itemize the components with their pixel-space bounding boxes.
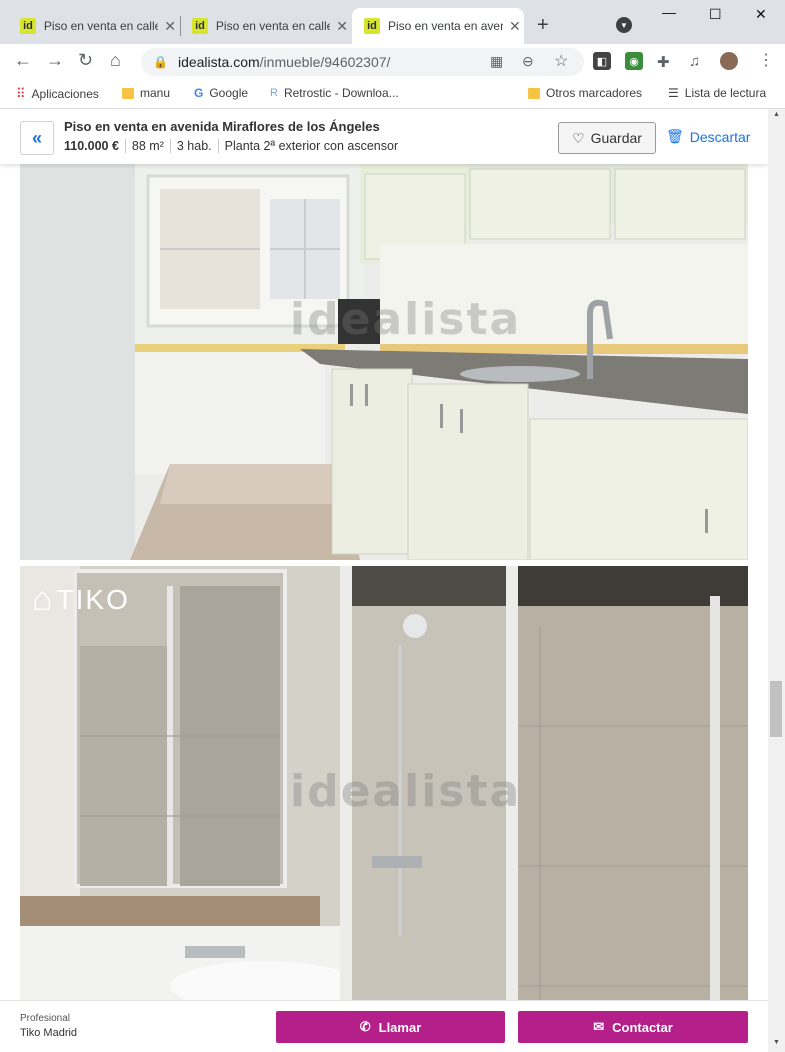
phone-icon: ✆ [359, 1019, 371, 1034]
tiko-logo-text: TIKO [56, 583, 130, 615]
listing-rooms: 3 hab. [169, 139, 218, 153]
reload-icon[interactable]: ↻ [78, 50, 93, 71]
listing-title: Piso en venta en avenida Miraflores de l… [64, 119, 380, 134]
minimize-icon[interactable]: — [662, 4, 676, 20]
bookmark-label: Aplicaciones [31, 87, 99, 101]
extensions-puzzle-icon[interactable]: ✚ [657, 53, 670, 71]
forward-arrow-icon[interactable]: → [46, 50, 64, 71]
extension-2-icon[interactable]: ◉ [625, 52, 643, 70]
heart-icon: ♡ [572, 129, 585, 146]
tab-strip: id Piso en venta en calle ✕ id Piso en v… [0, 0, 785, 44]
bookmark-label: Lista de lectura [684, 86, 767, 100]
tab-title: Piso en venta en calle [215, 19, 331, 33]
google-icon: G [194, 86, 204, 100]
idealista-favicon-icon: id [20, 18, 36, 34]
extension-1-icon[interactable]: ◧ [593, 52, 611, 70]
photo-watermark: idealista [290, 294, 522, 345]
scroll-down-icon[interactable]: ▼ [773, 1039, 780, 1046]
save-label: Guardar [590, 130, 642, 146]
new-tab-icon[interactable]: + [537, 14, 549, 37]
zoom-icon[interactable]: ⊖ [522, 53, 534, 70]
trash-icon: 🗑 [666, 128, 684, 144]
retrostic-icon: R [270, 87, 278, 99]
browser-tab-1[interactable]: id Piso en venta en calle ✕ [8, 8, 176, 44]
home-shape-icon: ⌂ [32, 580, 53, 618]
kitchen-illustration [20, 164, 748, 560]
contact-button[interactable]: ✉ Contactar [518, 1011, 748, 1043]
folder-icon [122, 87, 134, 99]
tab-title: Piso en venta en calle [43, 19, 159, 33]
bookmark-star-icon[interactable]: ☆ [554, 51, 568, 71]
tab-title: Piso en venta en avenida [388, 19, 503, 33]
page-content: « Piso en venta en avenida Miraflores de… [0, 109, 768, 1052]
bookmark-other[interactable]: Otros marcadores [528, 86, 642, 100]
bookmark-label: manu [140, 86, 171, 100]
tiko-logo: ⌂ TIKO [32, 580, 130, 619]
scrollbar-thumb[interactable] [770, 681, 782, 737]
call-button[interactable]: ✆ Llamar [276, 1011, 505, 1043]
browser-tab-3[interactable]: id Piso en venta en avenida ✕ [352, 8, 524, 44]
window-close-icon[interactable]: ✕ [755, 6, 767, 23]
home-icon[interactable]: ⌂ [110, 50, 121, 71]
kitchen-photo[interactable]: idealista [20, 164, 748, 560]
url-domain: idealista.com [177, 54, 260, 70]
profile-avatar[interactable] [720, 52, 738, 70]
browser-toolbar: ← → ↻ ⌂ 🔒 idealista.com/inmueble/9460230… [0, 44, 785, 80]
maximize-icon[interactable]: ☐ [709, 6, 722, 23]
bookmark-reading-list[interactable]: ☰ Lista de lectura [668, 86, 766, 100]
bookmark-apps[interactable]: ⠿ Aplicaciones [16, 86, 99, 102]
back-chevrons-icon[interactable]: « [20, 121, 54, 155]
chat-icon: ✉ [593, 1019, 605, 1034]
apps-grid-icon: ⠿ [16, 86, 26, 101]
contact-label: Contactar [612, 1019, 673, 1035]
browser-tab-2[interactable]: id Piso en venta en calle ✕ [180, 8, 348, 44]
page-scrollbar[interactable]: ▲ ▼ [768, 109, 785, 1052]
call-label: Llamar [378, 1019, 422, 1035]
advertiser-role: Profesional [20, 1013, 71, 1024]
folder-icon [528, 87, 540, 99]
bookmark-label: Retrostic - Downloa... [283, 86, 399, 100]
advertiser-name: Tiko Madrid [20, 1027, 78, 1039]
listing-info: 110.000 € 88 m² 3 hab. Planta 2ª exterio… [64, 139, 404, 153]
bookmark-label: Otros marcadores [546, 86, 643, 100]
listing-price: 110.000 € [64, 139, 119, 153]
listing-header: « Piso en venta en avenida Miraflores de… [0, 109, 768, 164]
lock-icon: 🔒 [153, 55, 168, 69]
close-icon[interactable]: ✕ [509, 18, 521, 35]
save-button[interactable]: ♡ Guardar [558, 122, 656, 154]
back-arrow-icon[interactable]: ← [14, 50, 32, 71]
bookmarks-bar: ⠿ Aplicaciones manu G Google R Retrostic… [0, 80, 785, 109]
media-control-icon[interactable]: ♫ [689, 53, 700, 70]
url-path: /inmueble/94602307/ [259, 54, 391, 70]
menu-dots-icon[interactable]: ⋮ [758, 50, 774, 70]
bookmark-retrostic[interactable]: R Retrostic - Downloa... [270, 86, 399, 100]
idealista-favicon-icon: id [364, 18, 380, 34]
contact-footer: Profesional Tiko Madrid ✆ Llamar ✉ Conta… [0, 1000, 768, 1052]
close-icon[interactable]: ✕ [164, 18, 176, 35]
close-icon[interactable]: ✕ [336, 18, 348, 35]
idealista-favicon-icon: id [192, 18, 208, 34]
address-bar[interactable]: 🔒 idealista.com/inmueble/94602307/ [141, 48, 584, 76]
discard-label: Descartar [689, 128, 751, 145]
bookmark-manu[interactable]: manu [122, 86, 170, 100]
bookmark-label: Google [209, 86, 249, 100]
listing-floor: Planta 2ª exterior con ascensor [217, 139, 404, 153]
scroll-up-icon[interactable]: ▲ [773, 111, 780, 118]
tab-search-icon[interactable]: ▼ [616, 17, 632, 33]
bathroom-photo[interactable]: ⌂ TIKO idealista [20, 566, 748, 1052]
bookmark-google[interactable]: G Google [194, 86, 248, 100]
reading-list-icon: ☰ [668, 86, 679, 100]
discard-button[interactable]: 🗑 Descartar [666, 128, 750, 145]
qr-code-icon[interactable]: ▦ [490, 53, 503, 70]
photo-watermark: idealista [290, 766, 522, 817]
listing-area: 88 m² [124, 139, 170, 153]
